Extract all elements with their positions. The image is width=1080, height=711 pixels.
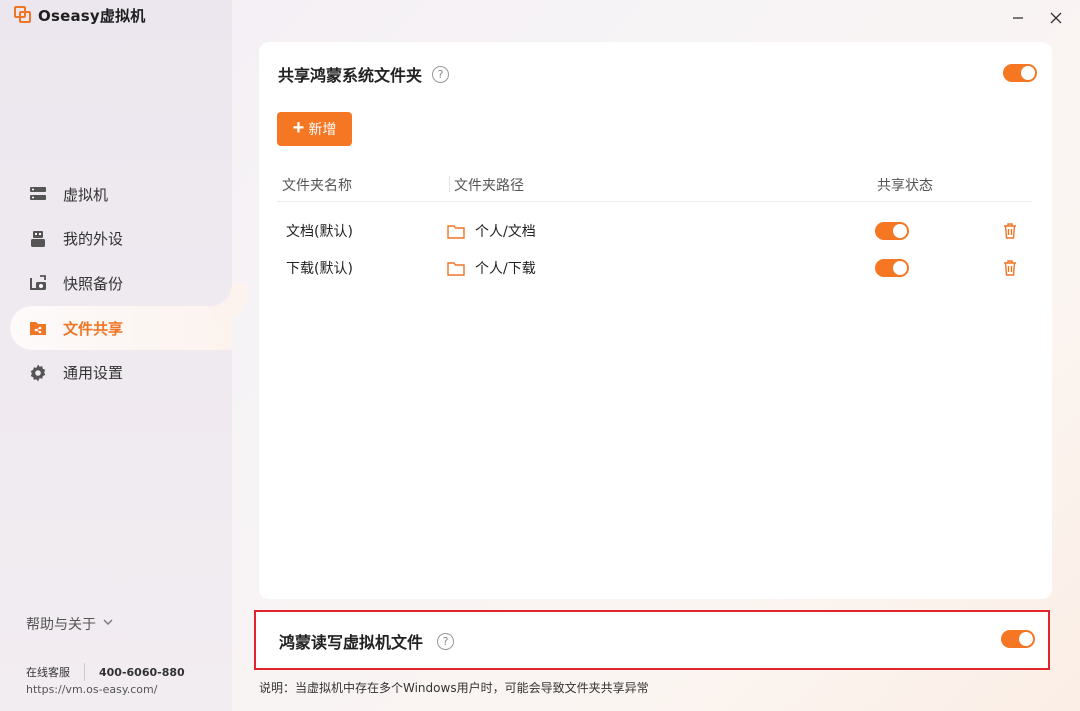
sidebar-item-settings[interactable]: 通用设置 <box>10 351 232 395</box>
sidebar-item-label: 虚拟机 <box>63 185 109 204</box>
usb-icon <box>28 229 48 249</box>
column-header-status: 共享状态 <box>877 178 933 194</box>
folder-name: 文档(默认) <box>286 224 353 240</box>
folder-share-icon <box>28 318 48 338</box>
folder-icon <box>447 261 465 276</box>
trash-icon[interactable] <box>1002 259 1018 280</box>
sidebar-item-vm[interactable]: 虚拟机 <box>10 172 232 216</box>
help-question-icon[interactable]: ? <box>437 632 455 650</box>
help-question-icon[interactable]: ? <box>432 65 450 83</box>
sidebar-item-snapshot[interactable]: 快照备份 <box>10 261 232 305</box>
column-header-name: 文件夹名称 <box>282 178 352 194</box>
snapshot-icon <box>28 273 48 293</box>
app-title: Oseasy虚拟机 <box>38 6 146 25</box>
add-folder-button[interactable]: + 新增 <box>277 112 352 146</box>
server-icon <box>28 184 48 204</box>
minimize-icon <box>1013 17 1023 19</box>
app-logo-icon <box>14 6 32 24</box>
sidebar: Oseasy虚拟机 虚拟机 我的外设 快照备份 文件共享 通用设置 帮助与关于 … <box>0 0 232 711</box>
add-folder-label: 新增 <box>308 121 337 137</box>
column-header-path: 文件夹路径 <box>454 178 524 194</box>
trash-icon[interactable] <box>1002 222 1018 243</box>
share-folder-card: 共享鸿蒙系统文件夹 ? + 新增 文件夹名称 文件夹路径 共享状态 文档(默认)… <box>259 42 1052 599</box>
sidebar-item-label: 文件共享 <box>63 319 124 338</box>
minimize-button[interactable] <box>1008 8 1028 28</box>
vm-file-access-title: 鸿蒙读写虚拟机文件 ? <box>279 629 455 653</box>
folder-path-text: 个人/文档 <box>475 224 536 240</box>
app-window: Oseasy虚拟机 虚拟机 我的外设 快照备份 文件共享 通用设置 帮助与关于 … <box>0 0 1080 711</box>
vm-file-access-panel: 鸿蒙读写虚拟机文件 ? <box>254 610 1050 670</box>
table-header: 文件夹名称 文件夹路径 共享状态 <box>277 168 1032 202</box>
folder-path-text: 个人/下载 <box>475 261 536 277</box>
sidebar-nav: 虚拟机 我的外设 快照备份 文件共享 通用设置 <box>10 172 232 395</box>
folder-share-toggle[interactable] <box>875 222 909 240</box>
help-about-menu[interactable]: 帮助与关于 <box>26 614 114 634</box>
gear-icon <box>28 363 48 383</box>
vm-file-access-title-text: 鸿蒙读写虚拟机文件 <box>279 633 424 652</box>
sidebar-item-file-share[interactable]: 文件共享 <box>10 306 232 351</box>
share-folder-toggle[interactable] <box>1003 64 1037 82</box>
folder-path: 个人/下载 <box>447 258 536 278</box>
table-row: 下载(默认) 个人/下载 <box>277 249 1032 286</box>
folder-icon <box>447 224 465 239</box>
folder-share-toggle[interactable] <box>875 259 909 277</box>
help-about-label: 帮助与关于 <box>26 617 96 633</box>
close-button[interactable] <box>1046 8 1066 28</box>
plus-icon: + <box>292 117 305 139</box>
sidebar-item-label: 我的外设 <box>63 230 124 249</box>
chevron-down-icon <box>102 616 114 632</box>
note-text: 说明：当虚拟机中存在多个Windows用户时，可能会导致文件夹共享异常 <box>259 681 649 695</box>
website-link[interactable]: https://vm.os-easy.com/ <box>26 683 185 696</box>
brand: Oseasy虚拟机 <box>14 4 145 26</box>
contact-info: 在线客服 400-6060-880 https://vm.os-easy.com… <box>26 663 185 696</box>
folder-name: 下载(默认) <box>286 261 353 277</box>
sidebar-item-label: 通用设置 <box>63 364 124 383</box>
sidebar-item-label: 快照备份 <box>63 274 124 293</box>
section-title-text: 共享鸿蒙系统文件夹 <box>278 66 423 85</box>
close-icon <box>1050 12 1062 24</box>
vm-file-access-toggle[interactable] <box>1001 630 1035 648</box>
window-controls <box>1008 8 1066 28</box>
sidebar-item-peripherals[interactable]: 我的外设 <box>10 217 232 261</box>
online-support-link[interactable]: 在线客服 <box>26 664 70 680</box>
table-row: 文档(默认) 个人/文档 <box>277 212 1032 249</box>
section-title: 共享鸿蒙系统文件夹 ? <box>278 62 450 86</box>
support-phone: 400-6060-880 <box>99 665 185 679</box>
folder-path: 个人/文档 <box>447 221 536 241</box>
